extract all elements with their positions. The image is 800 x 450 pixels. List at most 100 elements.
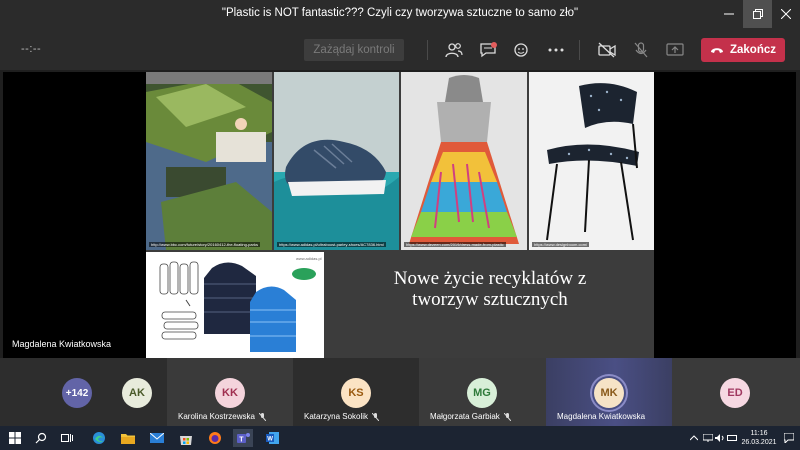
chat-icon (480, 42, 497, 58)
volume-icon (715, 434, 724, 442)
reactions-icon (514, 43, 528, 57)
firefox-icon (209, 432, 221, 444)
more-icon (548, 48, 564, 52)
microphone-toggle-button[interactable] (630, 39, 652, 61)
share-screen-icon (666, 43, 684, 56)
microphone-muted-icon (258, 412, 266, 421)
slide-photo-floating-park: http://www.bbc.com/future/story/20160412… (146, 72, 272, 250)
teams-icon: T (237, 433, 250, 444)
store-button[interactable] (177, 429, 195, 447)
participant-name: Karolina Kostrzewska (178, 412, 266, 421)
avatar: KS (341, 378, 371, 408)
language-button[interactable] (726, 429, 738, 447)
mail-icon (150, 433, 164, 443)
presenter-name-label: Magdalena Kwiatkowska (12, 339, 112, 349)
participant-name: Małgorzata Garbiak (430, 412, 511, 421)
notification-icon (784, 433, 794, 443)
network-button[interactable] (702, 429, 714, 447)
participants-button[interactable] (443, 39, 465, 61)
teams-taskbar-button[interactable]: T (233, 429, 253, 447)
chevron-up-icon (690, 435, 698, 441)
folder-icon (121, 434, 135, 444)
taskbar-clock[interactable]: 11:16 26.03.2021 (739, 429, 779, 447)
participant-tile[interactable]: MG Małgorzata Garbiak (419, 358, 546, 426)
camera-toggle-button[interactable] (596, 39, 618, 61)
svg-text:W: W (267, 437, 273, 443)
photo-caption: http://www.bbc.com/future/story/20160412… (149, 242, 260, 247)
participant-name-text: Magdalena Kwiatkowska (557, 412, 646, 421)
participant-tile[interactable]: ED (672, 358, 800, 426)
slide-photo-plastic-dress: https://www.dezeen.com/2019/dress-made-f… (401, 72, 527, 250)
participant-name-text: Katarzyna Sokolik (304, 412, 369, 421)
slide-title: Nowe życie recyklatów z tworzyw sztuczny… (393, 268, 587, 310)
request-control-button[interactable]: Zażądaj kontroli (304, 39, 404, 61)
restore-icon (752, 9, 763, 19)
participant-tile[interactable]: AK (103, 358, 167, 426)
microphone-off-icon (634, 42, 648, 58)
photo-caption: https://www.adidas.pl/ultraboost-parley-… (277, 242, 386, 247)
participant-tile[interactable]: KS Katarzyna Sokolik (293, 358, 419, 426)
edge-taskbar-button[interactable] (90, 429, 108, 447)
title-bar: "Plastic is NOT fantastic??? Czyli czy t… (0, 0, 800, 28)
photo-caption: https://www.designboom.com/ (532, 242, 590, 247)
shared-slide: http://www.bbc.com/future/story/20160412… (146, 72, 654, 358)
task-view-button[interactable] (58, 429, 76, 447)
notifications-button[interactable] (782, 429, 796, 447)
word-icon: W (266, 432, 279, 444)
share-screen-button[interactable] (664, 39, 686, 61)
camera-off-icon (598, 42, 616, 58)
close-window-button[interactable] (771, 0, 800, 28)
show-hidden-icons-button[interactable] (688, 429, 700, 447)
firefox-button[interactable] (206, 429, 224, 447)
toolbar-divider (579, 40, 580, 60)
search-button[interactable] (32, 429, 50, 447)
teams-meeting-window: "Plastic is NOT fantastic??? Czyli czy t… (0, 0, 800, 450)
keyboard-icon (727, 435, 737, 441)
minimize-button[interactable] (714, 0, 743, 28)
window-title: "Plastic is NOT fantastic??? Czyli czy t… (221, 7, 579, 19)
participant-tile-active-speaker[interactable]: MK Magdalena Kwiatkowska (546, 358, 672, 426)
people-icon (445, 43, 463, 58)
file-explorer-button[interactable] (119, 429, 137, 447)
more-actions-button[interactable] (545, 39, 567, 61)
call-toolbar: --:-- Zażądaj kontroli Zakończ (0, 28, 800, 70)
start-button[interactable] (6, 429, 24, 447)
microphone-muted-icon (503, 412, 511, 421)
participants-strip: +142 AK KK Karolina Kostrzewska KS Katar… (0, 358, 800, 426)
end-call-button[interactable]: Zakończ (701, 38, 785, 62)
avatar: AK (122, 378, 152, 408)
clock-time: 11:16 (750, 430, 768, 437)
store-icon (180, 435, 192, 445)
participant-tile[interactable]: KK Karolina Kostrzewska (167, 358, 293, 426)
overflow-participants-button[interactable]: +142 (62, 378, 92, 408)
avatar: MK (594, 378, 624, 408)
word-button[interactable]: W (264, 429, 282, 447)
participant-name: Magdalena Kwiatkowska (557, 412, 645, 421)
slide-photo-chair: https://www.designboom.com/ (529, 72, 654, 250)
slide-photo-bottles-jackets: www.adidas.pl (146, 252, 324, 358)
clock-date: 26.03.2021 (741, 439, 777, 446)
windows-logo-icon (9, 432, 21, 444)
avatar: ED (720, 378, 750, 408)
hang-up-icon (710, 48, 723, 53)
participant-name-text: Karolina Kostrzewska (178, 412, 255, 421)
chat-button[interactable] (477, 39, 499, 61)
participant-name: Katarzyna Sokolik (304, 412, 380, 421)
close-icon (780, 9, 791, 19)
minimize-icon (723, 13, 734, 15)
logo-text: www.adidas.pl (296, 256, 322, 261)
volume-button[interactable] (714, 429, 726, 447)
reactions-button[interactable] (510, 39, 532, 61)
network-icon (703, 434, 713, 442)
avatar: KK (215, 378, 245, 408)
search-icon (35, 432, 47, 444)
slide-photo-sneaker: https://www.adidas.pl/ultraboost-parley-… (274, 72, 399, 250)
toolbar-divider (427, 40, 428, 60)
photo-caption: https://www.dezeen.com/2019/dress-made-f… (404, 242, 506, 247)
restore-button[interactable] (743, 0, 772, 28)
end-call-label: Zakończ (729, 44, 776, 56)
mail-button[interactable] (148, 429, 166, 447)
participant-name-text: Małgorzata Garbiak (430, 412, 500, 421)
edge-icon (93, 432, 105, 444)
microphone-muted-icon (372, 412, 380, 421)
